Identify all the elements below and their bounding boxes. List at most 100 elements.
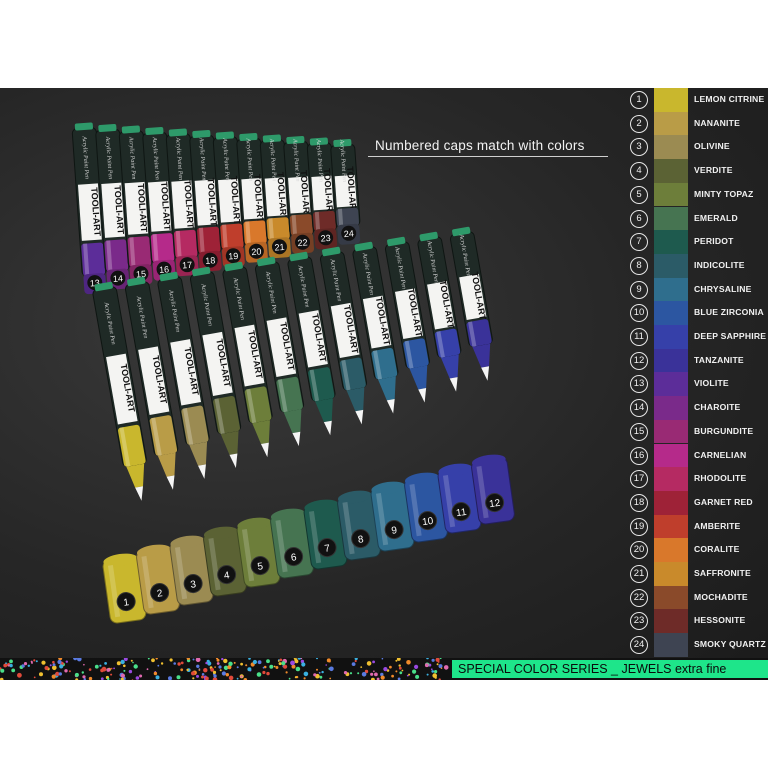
color-swatch <box>654 609 688 634</box>
pen-nib <box>481 366 490 381</box>
confetti-dot <box>44 666 49 670</box>
color-name: INDICOLITE <box>694 259 745 270</box>
confetti-dot <box>59 664 64 669</box>
confetti-dot <box>123 669 126 672</box>
color-name: RHODOLITE <box>694 473 747 484</box>
confetti-dot <box>438 664 443 669</box>
confetti-dot <box>218 665 222 669</box>
confetti-dot <box>262 666 265 669</box>
confetti-dot <box>155 675 160 680</box>
confetti-dot <box>303 671 309 677</box>
color-name: VIOLITE <box>694 378 729 389</box>
confetti-dot <box>366 661 372 666</box>
pen-nib <box>323 420 332 436</box>
color-name: LEMON CITRINE <box>694 94 765 104</box>
confetti-dot <box>240 662 244 666</box>
headline: Numbered caps match with colors <box>375 138 585 153</box>
confetti-dot <box>273 665 276 668</box>
legend-row: 8 INDICOLITE <box>622 253 768 278</box>
color-name: TANZANITE <box>694 354 744 365</box>
confetti-dot <box>319 675 323 679</box>
confetti-dot <box>99 664 102 667</box>
legend-number: 8 <box>630 256 648 275</box>
color-name: SMOKY QUARTZ <box>694 639 766 650</box>
pen-nib <box>166 475 175 490</box>
confetti-dot <box>186 668 189 672</box>
confetti-dot <box>153 671 158 676</box>
confetti-dot <box>57 659 62 665</box>
pen-nib-housing <box>409 365 428 390</box>
confetti-dot <box>58 672 62 676</box>
pen-nib <box>198 464 206 479</box>
confetti-dot <box>376 677 380 680</box>
color-swatch <box>654 135 688 160</box>
confetti-dot <box>357 672 360 675</box>
confetti-dot <box>81 671 85 674</box>
legend-row: 9 CHRYSALINE <box>622 277 768 302</box>
color-swatch <box>654 348 688 373</box>
confetti-dot <box>195 658 201 663</box>
color-swatch <box>654 111 688 136</box>
confetti-dot <box>351 662 356 666</box>
color-name: HESSONITE <box>694 615 746 626</box>
legend-number: 3 <box>630 138 648 157</box>
confetti-dot <box>27 664 30 667</box>
headline-underline <box>368 156 608 157</box>
legend-row: 5 MINTY TOPAZ <box>622 182 768 207</box>
legend-number: 13 <box>630 375 648 394</box>
confetti-dot <box>414 664 419 669</box>
confetti-dot <box>398 666 402 670</box>
confetti-dot <box>133 664 138 669</box>
pen-nib-housing <box>189 441 208 466</box>
color-name: CARNELIAN <box>694 449 747 460</box>
color-swatch <box>654 514 688 539</box>
cap-number: 14 <box>113 273 124 284</box>
color-swatch <box>654 301 688 325</box>
pen-end <box>74 122 93 131</box>
confetti-dot <box>437 660 440 663</box>
confetti-dot <box>248 658 251 660</box>
confetti-dot <box>3 663 8 668</box>
confetti-dot <box>65 660 69 663</box>
pen-nib-housing <box>315 398 333 423</box>
color-name: AMBERITE <box>694 520 741 531</box>
confetti-dot <box>321 670 324 674</box>
cap-number: 10 <box>422 516 435 529</box>
confetti-dot <box>275 666 279 669</box>
confetti-dot <box>110 673 113 676</box>
legend-number: 7 <box>630 233 648 252</box>
color-name: PERIDOT <box>694 236 734 247</box>
color-legend: 1 LEMON CITRINE 2 NANANITE 3 OLIVINE 4 VERDITE 5… <box>622 88 768 658</box>
cap-number: 20 <box>251 246 262 257</box>
confetti-dot <box>51 674 56 679</box>
confetti-dot <box>329 666 334 672</box>
confetti-dot <box>415 674 420 679</box>
legend-row: 16 CARNELIAN <box>622 443 768 468</box>
confetti-dot <box>213 674 217 678</box>
confetti-dot <box>196 664 200 668</box>
confetti-dot <box>106 668 111 672</box>
pen-nib-housing <box>346 387 365 412</box>
color-swatch <box>654 253 688 278</box>
confetti-dot <box>123 664 126 668</box>
confetti-dot <box>147 658 150 660</box>
color-swatch <box>654 562 688 586</box>
confetti-dot <box>285 671 288 674</box>
confetti-dot <box>173 662 176 665</box>
color-swatch <box>654 419 688 444</box>
cap-number: 18 <box>205 255 216 266</box>
confetti-dot <box>360 666 363 668</box>
confetti-dot <box>406 660 411 665</box>
confetti-dot <box>245 664 248 667</box>
legend-number: 9 <box>630 280 648 299</box>
confetti-dot <box>123 658 128 661</box>
legend-row: 13 VIOLITE <box>622 372 768 397</box>
confetti-dot <box>326 658 331 663</box>
confetti-dot <box>205 661 208 665</box>
legend-row: 22 MOCHADITE <box>622 585 768 610</box>
confetti-dot <box>151 658 155 663</box>
confetti-dot <box>198 669 201 671</box>
cap-number: 23 <box>320 233 331 244</box>
confetti-dot <box>11 668 16 673</box>
confetti-dot <box>73 658 78 661</box>
